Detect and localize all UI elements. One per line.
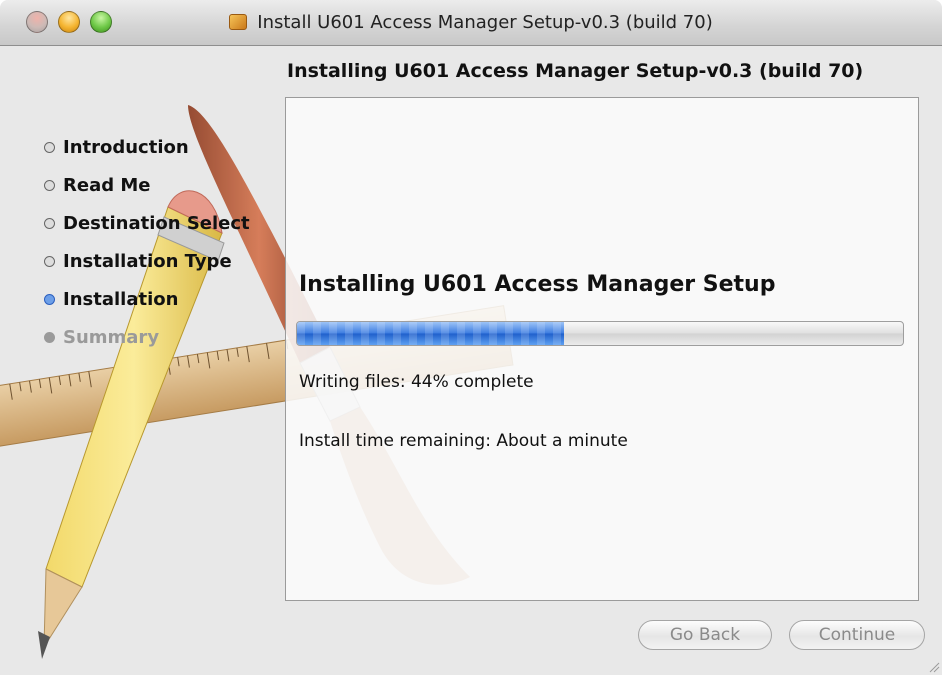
step-installation: Installation (44, 280, 250, 318)
install-progress-bar (296, 321, 904, 346)
step-label: Introduction (63, 136, 189, 158)
installer-window: Install U601 Access Manager Setup-v0.3 (… (0, 0, 942, 675)
step-read-me: Read Me (44, 166, 250, 204)
step-label: Read Me (63, 174, 151, 196)
installer-header: Installing U601 Access Manager Setup-v0.… (287, 60, 864, 82)
window-title: Install U601 Access Manager Setup-v0.3 (… (0, 12, 942, 33)
package-icon (229, 14, 248, 30)
step-summary: Summary (44, 318, 250, 356)
step-label: Summary (63, 326, 160, 348)
step-bullet-icon (44, 179, 55, 191)
install-status: Writing files: 44% complete (299, 372, 534, 392)
step-introduction: Introduction (44, 128, 250, 166)
step-pending-bullet-icon (44, 331, 55, 343)
step-destination-select: Destination Select (44, 204, 250, 242)
step-bullet-icon (44, 217, 55, 229)
step-label: Installation Type (63, 250, 232, 272)
install-time-remaining: Install time remaining: About a minute (299, 431, 628, 451)
install-heading: Installing U601 Access Manager Setup (299, 272, 776, 297)
step-label: Installation (63, 288, 179, 310)
continue-button[interactable]: Continue (789, 620, 925, 650)
step-current-bullet-icon (44, 293, 55, 305)
step-bullet-icon (44, 255, 55, 267)
resize-grip-icon[interactable] (928, 661, 940, 673)
step-installation-type: Installation Type (44, 242, 250, 280)
progress-fill (297, 322, 564, 345)
step-bullet-icon (44, 141, 55, 153)
installer-steps: Introduction Read Me Destination Select … (44, 128, 250, 356)
go-back-button[interactable]: Go Back (638, 620, 772, 650)
step-label: Destination Select (63, 212, 250, 234)
title-bar[interactable]: Install U601 Access Manager Setup-v0.3 (… (0, 0, 942, 46)
content-panel (285, 97, 919, 601)
